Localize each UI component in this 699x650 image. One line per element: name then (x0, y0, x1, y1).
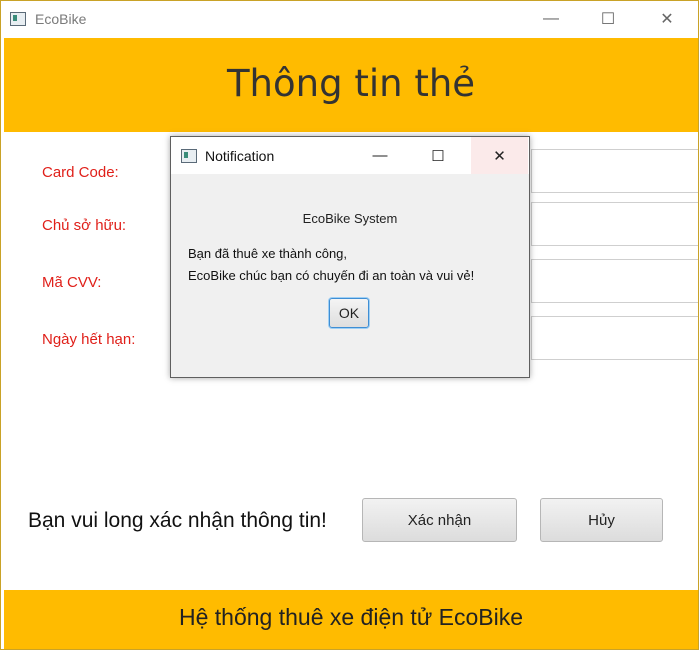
dialog-message-line2: EcoBike chúc bạn có chuyến đi an toàn và… (188, 268, 475, 283)
dialog-close-button[interactable]: ✕ (471, 137, 528, 174)
expiry-label: Ngày hết hạn: (42, 331, 136, 348)
confirm-button[interactable]: Xác nhận (362, 498, 517, 542)
close-button[interactable]: ✕ (644, 1, 690, 37)
footer-title: Hệ thống thuê xe điện tử EcoBike (178, 604, 523, 630)
dialog-header: EcoBike System (302, 211, 398, 226)
dialog-message-line1: Bạn đã thuê xe thành công, (188, 246, 348, 261)
dialog-app-icon (181, 149, 197, 163)
cancel-button[interactable]: Hủy (540, 498, 663, 542)
dialog-titlebar[interactable]: Notification — ☐ ✕ (171, 137, 529, 174)
dialog-maximize-button[interactable]: ☐ (415, 137, 461, 174)
ok-button[interactable]: OK (329, 298, 369, 328)
header-banner: Thông tin thẻ (4, 38, 698, 132)
cvv-label: Mã CVV: (42, 274, 102, 291)
window-title: EcoBike (35, 11, 87, 27)
card-code-input[interactable] (531, 149, 698, 193)
confirm-prompt: Bạn vui long xác nhận thông tin! (28, 509, 327, 532)
expiry-input[interactable] (531, 316, 698, 360)
card-code-label: Card Code: (42, 164, 119, 181)
footer-banner: Hệ thống thuê xe điện tử EcoBike (4, 590, 698, 649)
owner-input[interactable] (531, 202, 698, 246)
dialog-minimize-button[interactable]: — (357, 137, 403, 174)
notification-dialog: Notification — ☐ ✕ EcoBike System Bạn đã… (170, 136, 530, 378)
maximize-button[interactable]: ☐ (585, 1, 631, 37)
window-titlebar[interactable]: EcoBike — ☐ ✕ (1, 1, 698, 37)
dialog-title: Notification (205, 148, 275, 164)
page-title: Thông tin thẻ (226, 62, 476, 105)
minimize-button[interactable]: — (528, 1, 574, 37)
cvv-input[interactable] (531, 259, 698, 303)
app-icon (10, 12, 26, 26)
owner-label: Chủ sở hữu: (42, 217, 127, 234)
